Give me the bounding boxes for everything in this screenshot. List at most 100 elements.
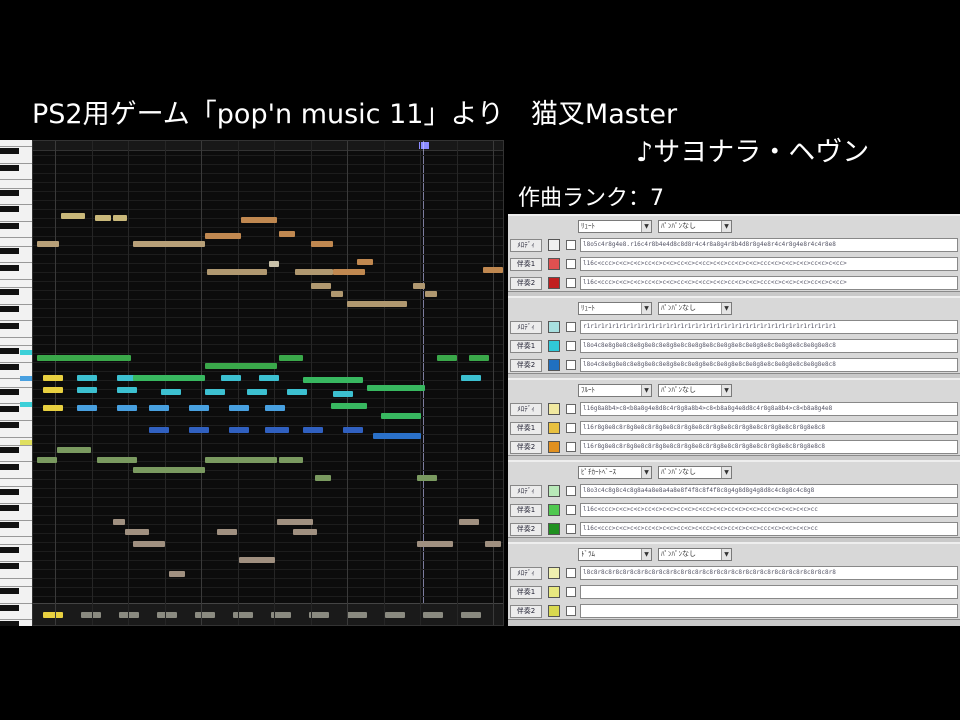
part-button[interactable]: 伴奏2 — [510, 359, 542, 372]
note-block[interactable] — [277, 519, 313, 525]
note-block[interactable] — [303, 427, 323, 433]
chevron-down-icon[interactable]: ▼ — [721, 549, 731, 560]
black-key[interactable] — [0, 347, 19, 354]
drum-note[interactable] — [309, 612, 329, 618]
note-block[interactable] — [331, 403, 367, 409]
note-block[interactable] — [205, 233, 241, 239]
pan-select[interactable]: ﾊﾟﾝﾊﾟﾝなし ▼ — [658, 302, 732, 315]
note-block[interactable] — [331, 291, 343, 297]
note-block[interactable] — [461, 375, 481, 381]
note-block[interactable] — [381, 385, 421, 391]
note-block[interactable] — [417, 475, 437, 481]
black-key[interactable] — [0, 289, 19, 296]
note-block[interactable] — [133, 467, 205, 473]
note-block[interactable] — [229, 405, 249, 411]
note-block[interactable] — [169, 571, 185, 577]
part-button[interactable]: 伴奏2 — [510, 277, 542, 290]
mml-input[interactable]: l8c8r8c8r8c8r8c8r8c8r8c8r8c8r8c8r8c8r8c8… — [580, 566, 958, 580]
color-swatch[interactable] — [548, 605, 560, 617]
timeline-ruler[interactable] — [33, 141, 503, 151]
part-button[interactable]: ﾒﾛﾃﾞｨ — [510, 239, 542, 252]
note-block[interactable] — [77, 405, 97, 411]
mml-input[interactable]: l16r8g8e8c8r8g8e8c8r8g8e8c8r8g8e8c8r8g8e… — [580, 421, 958, 435]
piano-roll[interactable] — [32, 140, 504, 626]
note-block[interactable] — [287, 389, 307, 395]
note-block[interactable] — [295, 269, 333, 275]
mute-checkbox[interactable] — [566, 322, 576, 332]
pan-select[interactable]: ﾊﾟﾝﾊﾟﾝなし ▼ — [658, 220, 732, 233]
mml-input[interactable]: l16c<ccc>c<c>c<c>cc<c>c<c>cc<c>c<cc>c<c>… — [580, 276, 958, 290]
part-button[interactable]: ﾒﾛﾃﾞｨ — [510, 485, 542, 498]
mute-checkbox[interactable] — [566, 404, 576, 414]
note-block[interactable] — [425, 291, 437, 297]
part-button[interactable]: ﾒﾛﾃﾞｨ — [510, 567, 542, 580]
chevron-down-icon[interactable]: ▼ — [721, 303, 731, 314]
note-block[interactable] — [37, 457, 57, 463]
mute-checkbox[interactable] — [566, 341, 576, 351]
note-block[interactable] — [113, 215, 127, 221]
black-key[interactable] — [0, 206, 19, 213]
drum-note[interactable] — [423, 612, 443, 618]
note-block[interactable] — [149, 427, 169, 433]
note-block[interactable] — [311, 241, 333, 247]
note-block[interactable] — [343, 427, 363, 433]
mute-checkbox[interactable] — [566, 278, 576, 288]
mute-checkbox[interactable] — [566, 524, 576, 534]
black-key[interactable] — [0, 505, 19, 512]
note-block[interactable] — [43, 387, 63, 393]
color-swatch[interactable] — [548, 340, 560, 352]
note-block[interactable] — [117, 405, 137, 411]
note-block[interactable] — [259, 375, 279, 381]
part-button[interactable]: 伴奏1 — [510, 258, 542, 271]
pan-select[interactable]: ﾊﾟﾝﾊﾟﾝなし ▼ — [658, 384, 732, 397]
note-block[interactable] — [189, 427, 209, 433]
note-block[interactable] — [133, 541, 165, 547]
color-swatch[interactable] — [548, 567, 560, 579]
note-block[interactable] — [333, 391, 353, 397]
part-button[interactable]: ﾒﾛﾃﾞｨ — [510, 403, 542, 416]
black-key[interactable] — [0, 306, 19, 312]
chevron-down-icon[interactable]: ▼ — [641, 549, 651, 560]
drum-note[interactable] — [461, 612, 481, 618]
mml-input[interactable]: l8o3c4c8g8c4c8g8a4a8e8a4a8e8f4f8c8f4f8c8… — [580, 484, 958, 498]
black-key[interactable] — [0, 604, 19, 611]
instrument-select[interactable]: ﾋﾟﾁｶｰﾄﾍﾞｰｽ ▼ — [578, 466, 652, 479]
note-block[interactable] — [239, 557, 275, 563]
mute-checkbox[interactable] — [566, 442, 576, 452]
chevron-down-icon[interactable]: ▼ — [641, 303, 651, 314]
mml-input[interactable]: l8o4c8e8g8e8c8e8g8e8c8e8g8e8c8e8g8e8c8e8… — [580, 339, 958, 353]
note-block[interactable] — [77, 387, 97, 393]
note-block[interactable] — [43, 405, 63, 411]
black-key[interactable] — [0, 189, 19, 196]
mml-input[interactable] — [580, 585, 958, 599]
chevron-down-icon[interactable]: ▼ — [641, 385, 651, 396]
black-key[interactable] — [0, 563, 19, 570]
part-button[interactable]: 伴奏2 — [510, 523, 542, 536]
mute-checkbox[interactable] — [566, 240, 576, 250]
note-block[interactable] — [57, 447, 91, 453]
note-block[interactable] — [265, 405, 285, 411]
mml-input[interactable]: l8o4c8e8g8e8c8e8g8e8c8e8g8e8c8e8g8e8c8e8… — [580, 358, 958, 372]
note-block[interactable] — [269, 261, 279, 267]
note-block[interactable] — [205, 363, 277, 369]
pan-select[interactable]: ﾊﾟﾝﾊﾟﾝなし ▼ — [658, 548, 732, 561]
mml-input[interactable]: l16r8g8e8c8r8g8e8c8r8g8e8c8r8g8e8c8r8g8e… — [580, 440, 958, 454]
black-key[interactable] — [0, 164, 19, 171]
drum-note[interactable] — [195, 612, 215, 618]
black-key[interactable] — [0, 405, 19, 412]
note-block[interactable] — [265, 427, 289, 433]
part-button[interactable]: ﾒﾛﾃﾞｨ — [510, 321, 542, 334]
drum-note[interactable] — [157, 612, 177, 618]
note-block[interactable] — [189, 405, 209, 411]
note-block[interactable] — [37, 355, 131, 361]
color-swatch[interactable] — [548, 422, 560, 434]
note-block[interactable] — [417, 541, 453, 547]
note-block[interactable] — [357, 259, 373, 265]
black-key[interactable] — [0, 148, 19, 155]
part-button[interactable]: 伴奏1 — [510, 422, 542, 435]
drum-lane[interactable] — [33, 603, 503, 625]
note-block[interactable] — [133, 375, 205, 381]
note-block[interactable] — [373, 433, 421, 439]
note-block[interactable] — [77, 375, 97, 381]
black-key[interactable] — [0, 247, 19, 254]
